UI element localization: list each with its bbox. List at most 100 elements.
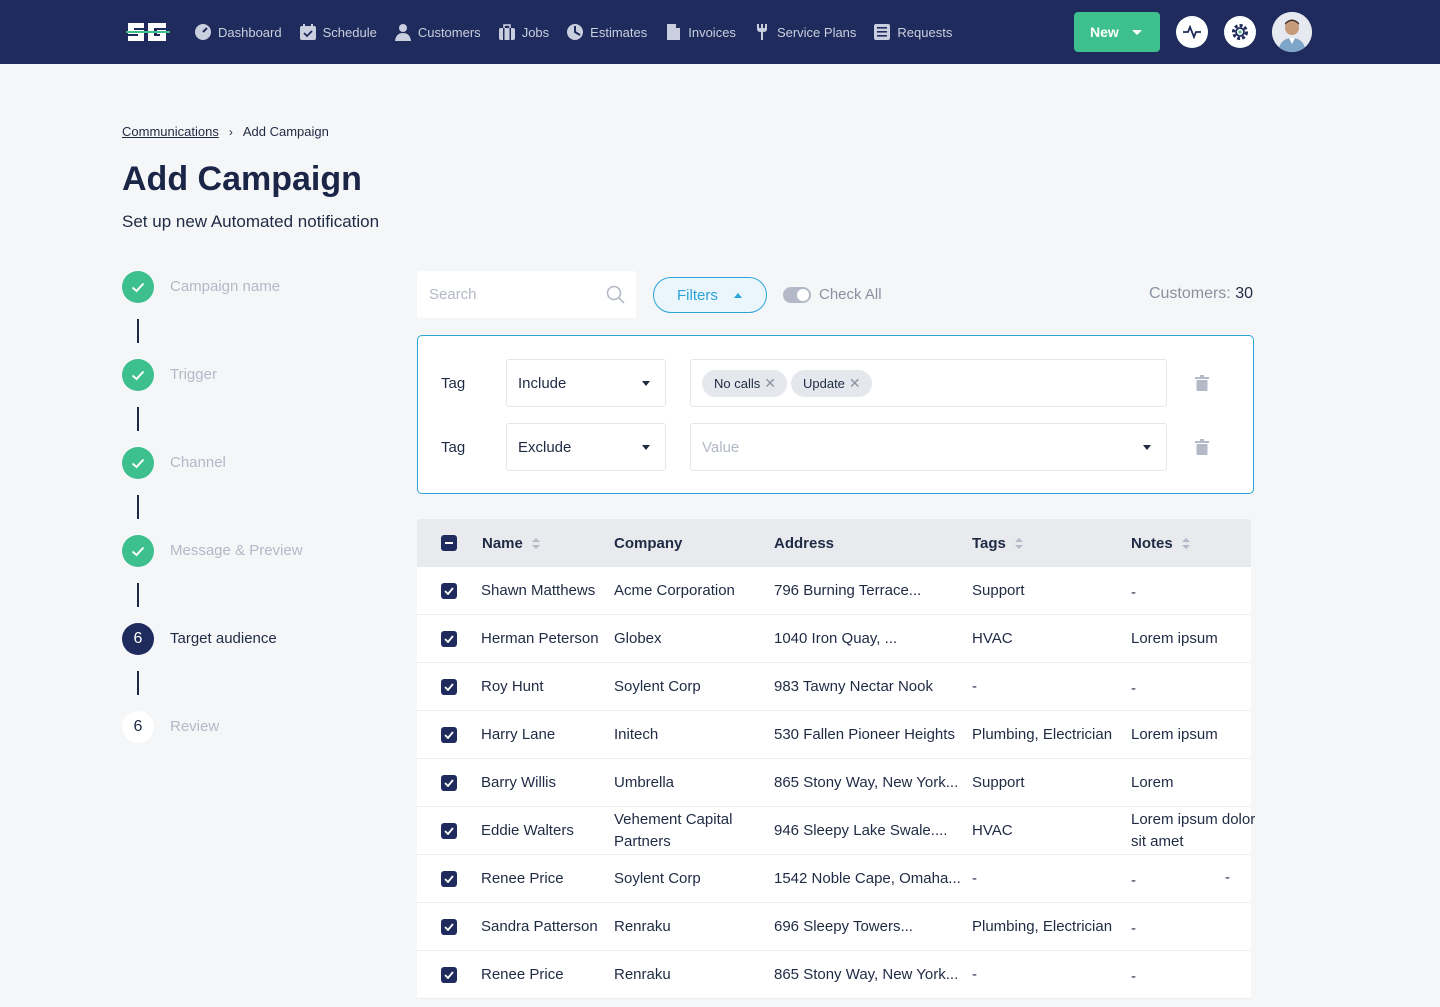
filter-operator-select[interactable]: Include: [506, 359, 666, 407]
cell-address: 696 Sleepy Towers...: [774, 918, 913, 935]
caret-down-icon: [1143, 445, 1151, 450]
check-icon: [444, 827, 454, 835]
cell-address: 1040 Iron Quay, ...: [774, 630, 898, 647]
filter-operator-select[interactable]: Exclude: [506, 423, 666, 471]
user-avatar[interactable]: [1272, 12, 1312, 52]
column-header-notes[interactable]: Notes: [1131, 535, 1190, 552]
filter-field-label: Tag: [441, 375, 466, 392]
check-icon: [444, 779, 454, 787]
nav-item-label: Customers: [417, 24, 481, 40]
new-button[interactable]: New: [1074, 12, 1160, 52]
cell-name: Shawn Matthews: [481, 582, 596, 599]
step-connector: [137, 495, 139, 519]
row-checkbox[interactable]: [441, 967, 457, 983]
table-row[interactable]: Roy Hunt Soylent Corp 983 Tawny Nectar Noo…: [417, 663, 1251, 711]
cell-extra: -: [1225, 869, 1230, 886]
cell-tags: Support: [972, 582, 1025, 599]
cell-name: Roy Hunt: [481, 678, 544, 695]
trash-icon[interactable]: [1195, 439, 1209, 455]
breadcrumb-link-communications[interactable]: Communications: [122, 124, 219, 139]
search-box: [417, 271, 636, 318]
nav-item-invoices[interactable]: Invoices: [664, 23, 736, 41]
table-header: Name Company Address Tags Notes: [417, 519, 1251, 567]
cell-notes: -: [1131, 680, 1136, 697]
briefcase-icon: [498, 23, 522, 41]
filters-button-label: Filters: [677, 286, 718, 304]
filters-button[interactable]: Filters: [653, 277, 767, 313]
app-logo[interactable]: [126, 18, 172, 46]
filter-value-select[interactable]: Value: [690, 423, 1167, 471]
table-row[interactable]: Barry Willis Umbrella 865 Stony Way, New Y…: [417, 759, 1251, 807]
filter-value-input[interactable]: No calls ✕ Update ✕: [690, 359, 1167, 407]
nav-item-customers[interactable]: Customers: [394, 23, 481, 41]
settings-button[interactable]: [1224, 16, 1256, 48]
activity-button[interactable]: [1176, 16, 1208, 48]
table-row[interactable]: Harry Lane Initech 530 Fallen Pioneer Heig…: [417, 711, 1251, 759]
cell-company: Initech: [614, 726, 659, 743]
cell-tags: -: [972, 870, 977, 887]
column-header-name[interactable]: Name: [482, 535, 540, 552]
cell-tags: HVAC: [972, 630, 1013, 647]
column-header-tags[interactable]: Tags: [972, 535, 1023, 552]
nav-item-label: Estimates: [590, 24, 648, 40]
nav-item-dashboard[interactable]: Dashboard: [194, 23, 282, 41]
sort-icon: [1014, 537, 1023, 550]
search-input[interactable]: [417, 271, 587, 318]
check-all-label: Check All: [819, 286, 882, 303]
row-checkbox[interactable]: [441, 583, 457, 599]
cell-address: 946 Sleepy Lake Swale....: [774, 822, 948, 839]
wizard-step-label: Channel: [170, 454, 226, 471]
wrench-icon: [753, 23, 777, 41]
table-row[interactable]: Eddie Walters Vehement Capital Partners 94…: [417, 807, 1255, 855]
cell-notes: Lorem ipsum: [1131, 726, 1218, 743]
column-header-label: Notes: [1131, 535, 1173, 552]
cell-name: Renee Price: [481, 870, 564, 887]
cell-address: 530 Fallen Pioneer Heights: [774, 726, 955, 743]
row-checkbox[interactable]: [441, 631, 457, 647]
row-checkbox[interactable]: [441, 823, 457, 839]
top-bar: Dashboard Schedule Customers Jobs Estimates I…: [0, 0, 1440, 64]
nav-item-jobs[interactable]: Jobs: [498, 23, 549, 41]
cell-tags: Support: [972, 774, 1025, 791]
table-row[interactable]: Renee Price Renraku 865 Stony Way, New Yor…: [417, 951, 1251, 999]
table-row[interactable]: Shawn Matthews Acme Corporation 796 Burnin…: [417, 567, 1251, 615]
page-subtitle: Set up new Automated notification: [122, 212, 380, 231]
nav-item-estimates[interactable]: Estimates: [566, 23, 647, 41]
page-title: Add Campaign: [122, 160, 362, 198]
check-all-toggle[interactable]: [783, 287, 811, 303]
nav-item-schedule[interactable]: Schedule: [299, 23, 377, 41]
pulse-icon: [1183, 25, 1201, 39]
table-row[interactable]: Herman Peterson Globex 1040 Iron Quay, ...…: [417, 615, 1251, 663]
customers-table: Name Company Address Tags Notes Shawn Ma…: [417, 519, 1255, 999]
row-checkbox[interactable]: [441, 919, 457, 935]
cell-name: Sandra Patterson: [481, 918, 598, 935]
cell-notes: -: [1131, 584, 1136, 601]
check-icon: [444, 683, 454, 691]
column-header-label: Company: [614, 535, 683, 552]
check-icon: [444, 635, 454, 643]
table-row[interactable]: Renee Price Soylent Corp 1542 Noble Cape, …: [417, 855, 1251, 903]
nav-item-service-plans[interactable]: Service Plans: [753, 23, 856, 41]
check-icon: [122, 447, 154, 479]
cell-tags: Plumbing, Electrician: [972, 726, 1113, 743]
search-icon[interactable]: [606, 285, 626, 305]
row-checkbox[interactable]: [441, 727, 457, 743]
row-checkbox[interactable]: [441, 871, 457, 887]
column-header-label: Tags: [972, 535, 1006, 552]
caret-down-icon: [642, 445, 650, 450]
row-checkbox[interactable]: [441, 679, 457, 695]
nav-item-label: Schedule: [322, 24, 377, 40]
customers-count-value: 30: [1235, 285, 1253, 302]
select-all-checkbox[interactable]: [441, 535, 457, 551]
trash-icon[interactable]: [1195, 375, 1209, 391]
table-row[interactable]: Sandra Patterson Renraku 696 Sleepy Towers…: [417, 903, 1251, 951]
nav-item-requests[interactable]: Requests: [873, 23, 952, 41]
cell-name: Harry Lane: [481, 726, 556, 743]
close-icon[interactable]: ✕: [849, 375, 861, 392]
close-icon[interactable]: ✕: [764, 375, 776, 392]
tag-chip: No calls ✕: [702, 369, 787, 397]
step-number: 6: [122, 711, 154, 743]
cell-company: Vehement Capital Partners: [614, 811, 733, 850]
row-checkbox[interactable]: [441, 775, 457, 791]
list-icon: [873, 23, 897, 41]
